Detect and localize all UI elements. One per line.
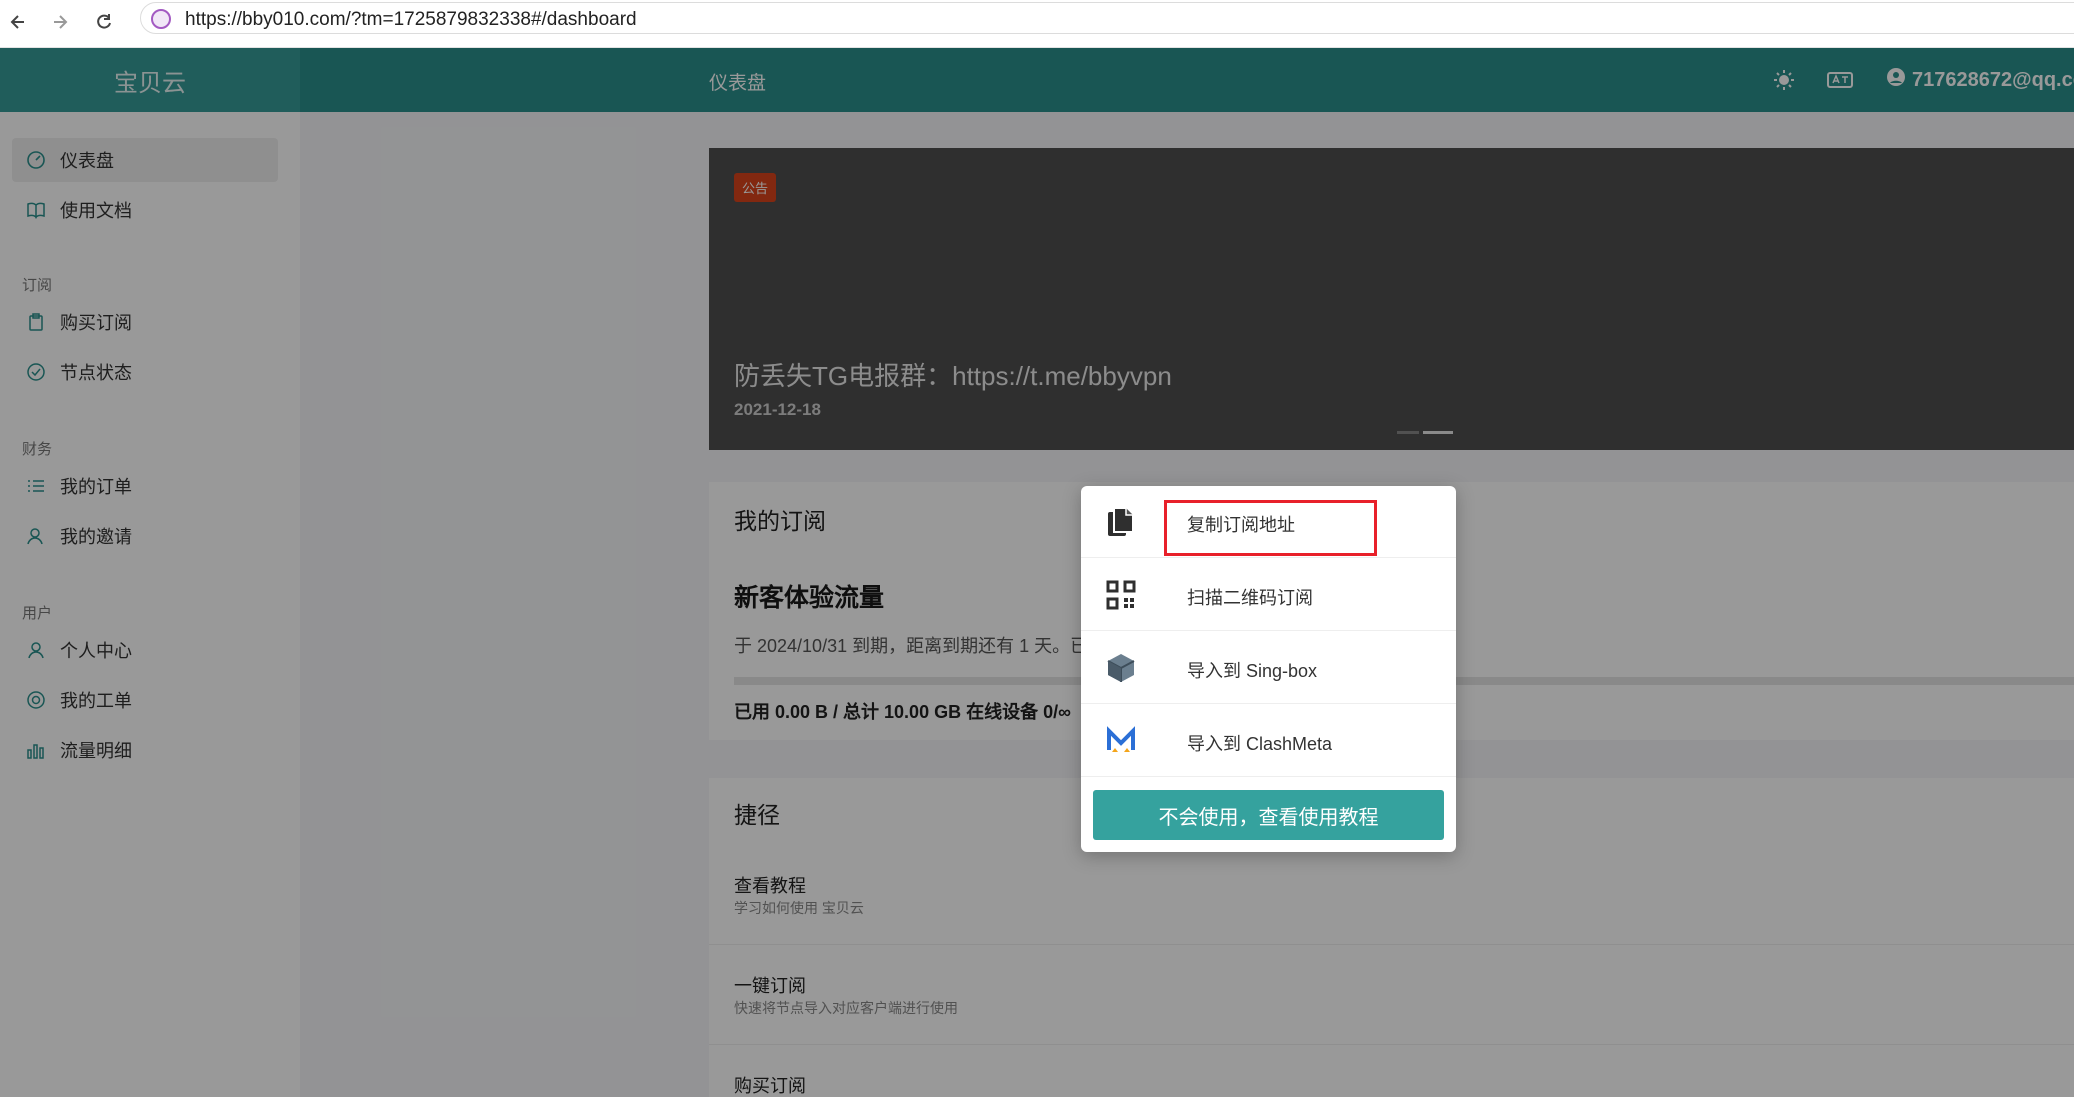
popup-item-sing-box[interactable]: 导入到 Sing-box [1081,632,1456,704]
sing-box-icon [1103,650,1139,686]
url-text: https://bby010.com/?tm=1725879832338#/da… [185,9,637,30]
subscribe-popup: 复制订阅地址 扫描二维码订阅 导入到 Sing-box 导入到 ClashMet… [1081,486,1456,852]
back-arrow-icon[interactable] [4,8,32,36]
popup-item-copy-url[interactable]: 复制订阅地址 [1081,486,1456,558]
forward-arrow-icon[interactable] [46,8,74,36]
reload-icon[interactable] [90,8,118,36]
site-favicon-icon [151,9,171,29]
address-bar[interactable]: https://bby010.com/?tm=1725879832338#/da… [140,2,2074,34]
popup-item-qr-code[interactable]: 扫描二维码订阅 [1081,559,1456,631]
popup-item-label: 导入到 ClashMeta [1187,734,1333,754]
popup-item-clashmeta[interactable]: 导入到 ClashMeta [1081,705,1456,777]
copy-icon [1103,504,1139,540]
view-tutorial-button[interactable]: 不会使用，查看使用教程 [1093,790,1444,840]
popup-item-label: 扫描二维码订阅 [1187,588,1313,608]
qr-code-icon [1103,577,1139,613]
popup-item-label: 导入到 Sing-box [1187,661,1318,681]
clashmeta-icon [1103,723,1139,759]
modal-backdrop[interactable] [0,48,2074,1097]
highlight-box [1164,500,1377,556]
browser-toolbar: https://bby010.com/?tm=1725879832338#/da… [0,0,2074,48]
